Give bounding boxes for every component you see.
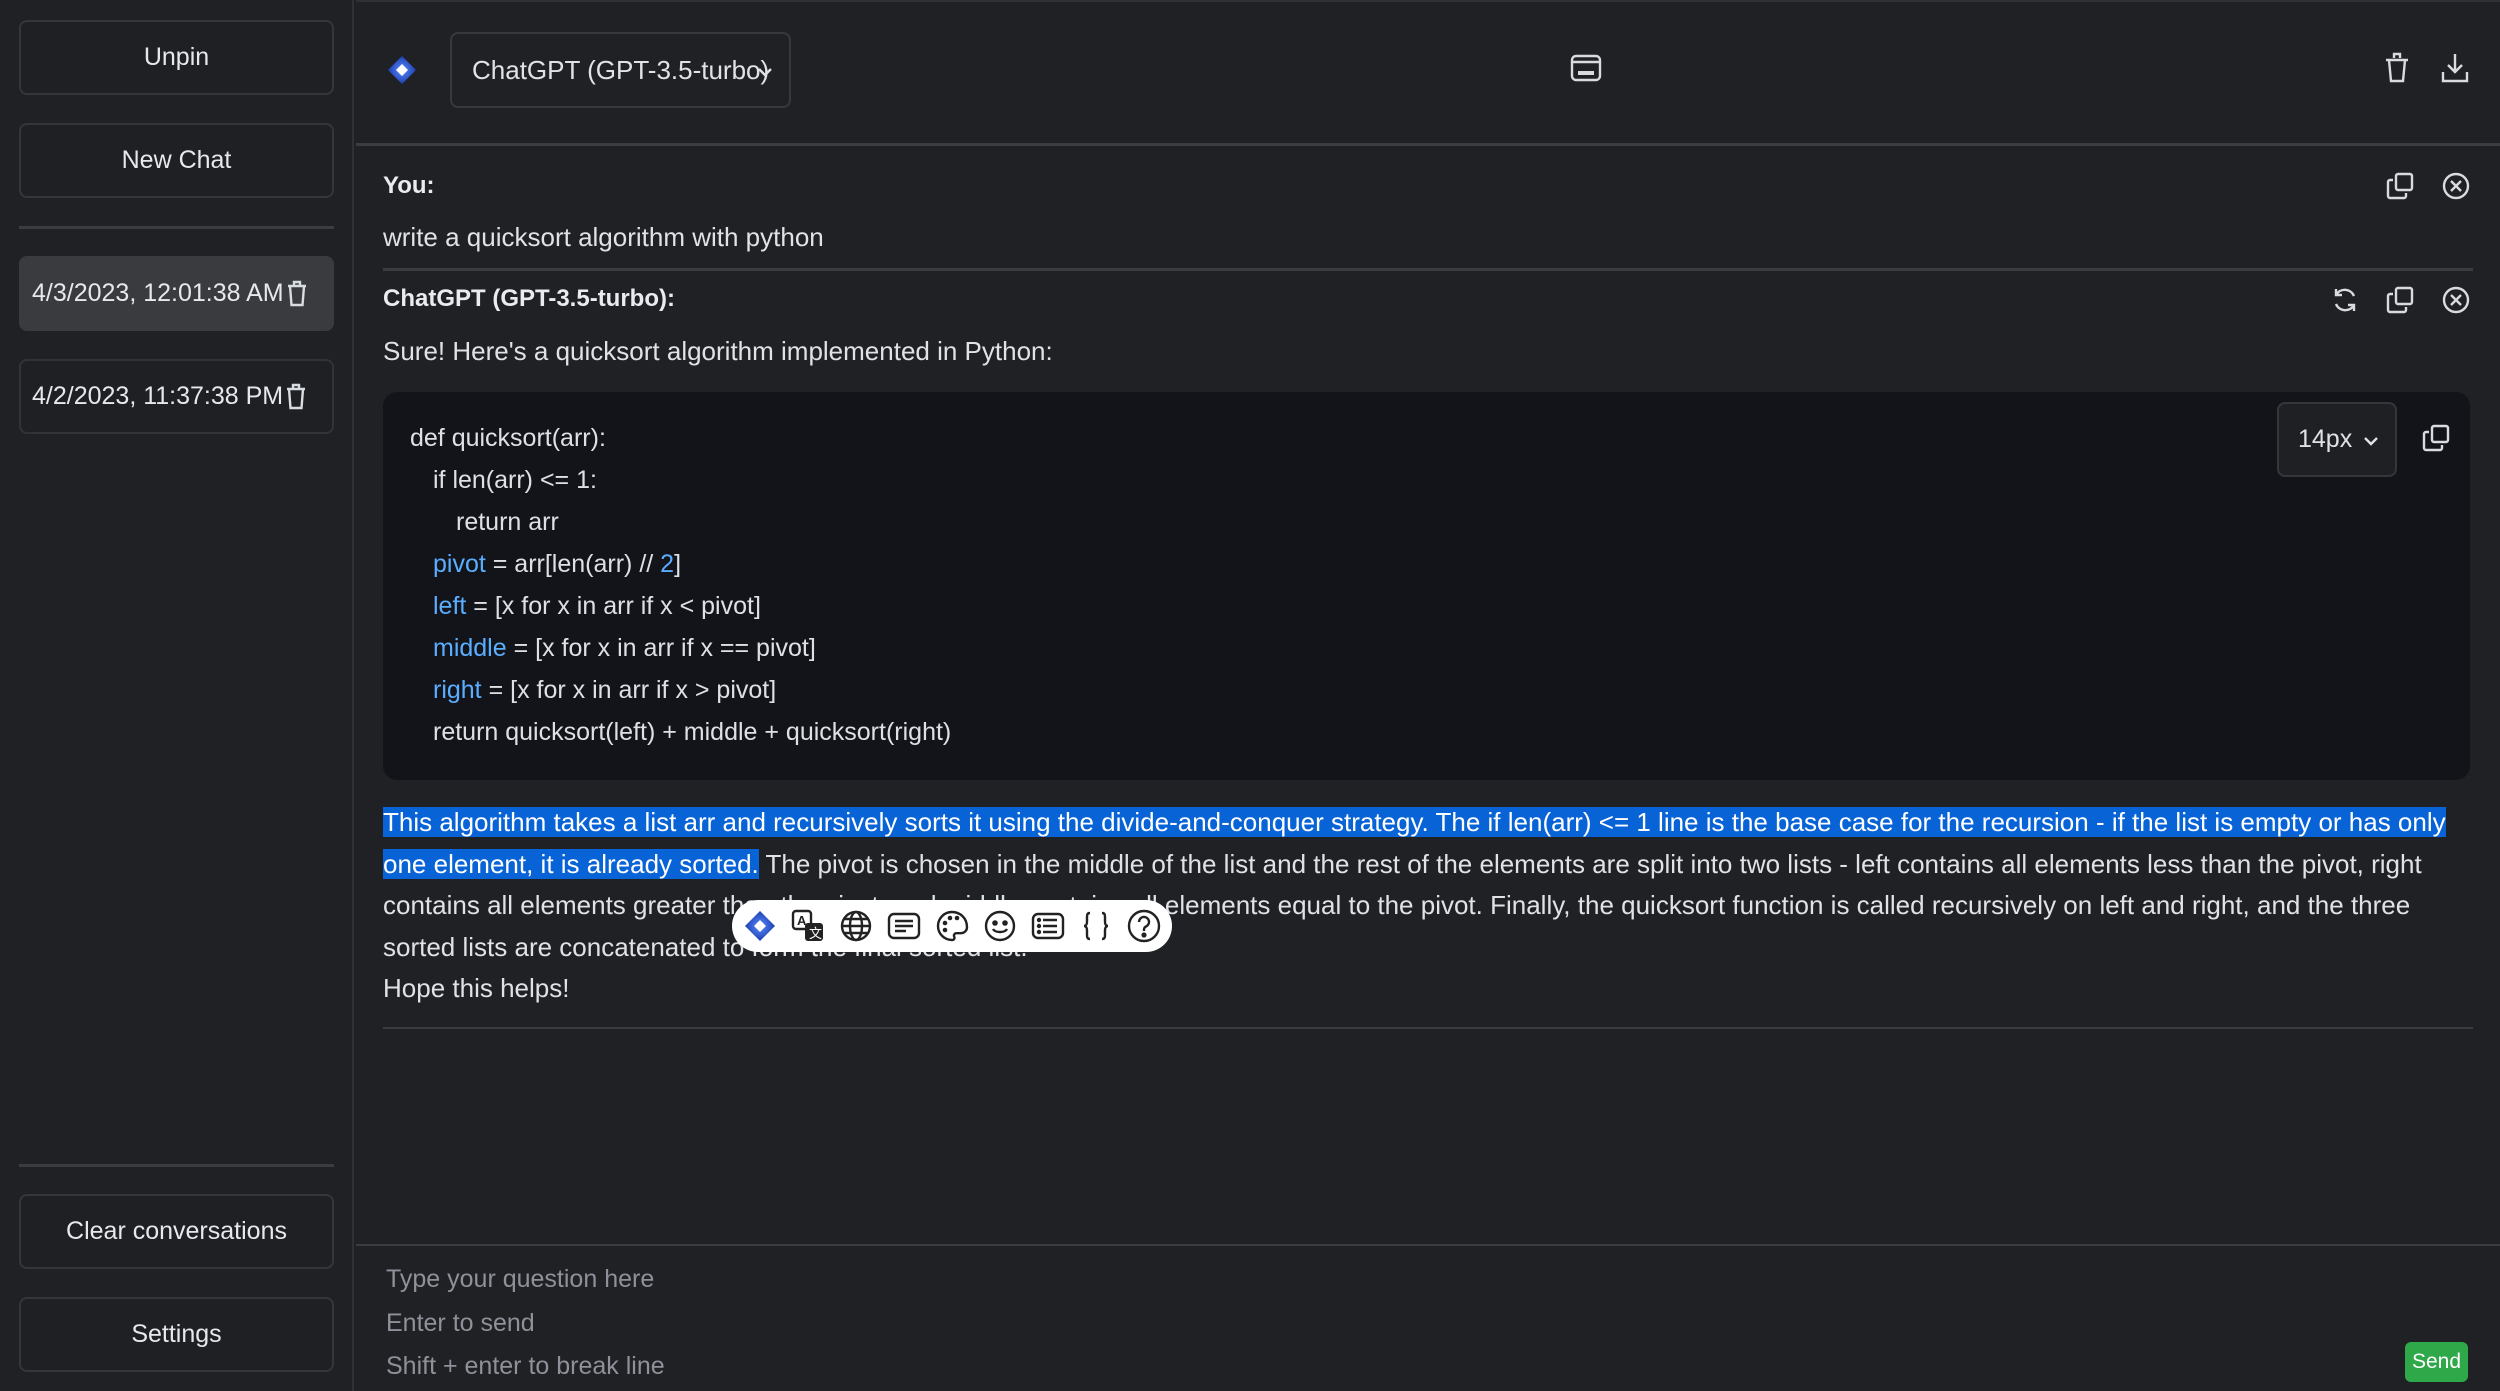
chat-header: ChatGPT (GPT-3.5-turbo) bbox=[356, 2, 2500, 146]
palette-icon[interactable] bbox=[933, 907, 971, 945]
summary-icon[interactable] bbox=[885, 907, 923, 945]
sidebar-divider bbox=[19, 226, 334, 229]
chevron-down-icon bbox=[755, 58, 775, 89]
smiley-icon[interactable] bbox=[981, 907, 1019, 945]
code-token: def quicksort(arr): bbox=[410, 424, 606, 452]
message-role-label: You: bbox=[383, 172, 435, 199]
clear-conversations-button[interactable]: Clear conversations bbox=[19, 1194, 334, 1269]
code-token: = [x for x in arr if x < pivot] bbox=[466, 592, 761, 620]
code-token: = [x for x in arr if x > pivot] bbox=[481, 676, 777, 704]
chat-panel: ChatGPT (GPT-3.5-turbo) You: write a qui… bbox=[356, 0, 2500, 1391]
settings-button[interactable]: Settings bbox=[19, 1297, 334, 1372]
code-line: if len(arr) <= 1: bbox=[433, 466, 597, 495]
font-size-select[interactable]: 14px bbox=[2277, 402, 2397, 477]
conversation-label: 4/2/2023, 11:37:38 PM bbox=[32, 382, 284, 410]
closing-text: Hope this helps! bbox=[383, 973, 570, 1004]
question-input[interactable] bbox=[386, 1258, 2336, 1388]
assistant-intro-text: Sure! Here's a quicksort algorithm imple… bbox=[383, 336, 1053, 366]
code-braces-icon[interactable] bbox=[1077, 907, 1115, 945]
user-message-text: write a quicksort algorithm with python bbox=[383, 222, 824, 252]
trash-icon[interactable] bbox=[285, 383, 307, 411]
app-logo-icon[interactable] bbox=[741, 907, 779, 945]
code-token-highlight: middle bbox=[433, 634, 507, 662]
model-select-value: ChatGPT (GPT-3.5-turbo) bbox=[472, 54, 770, 85]
font-size-value: 14px bbox=[2298, 425, 2353, 453]
close-circle-icon[interactable] bbox=[2442, 286, 2470, 319]
unpin-button[interactable]: Unpin bbox=[19, 20, 334, 95]
code-token-highlight: 2 bbox=[660, 550, 675, 578]
code-token-highlight: left bbox=[433, 592, 467, 620]
send-button[interactable]: Send bbox=[2405, 1342, 2468, 1382]
close-circle-icon[interactable] bbox=[2442, 172, 2470, 205]
list-icon[interactable] bbox=[1029, 907, 1067, 945]
chevron-down-icon bbox=[2361, 429, 2381, 458]
code-block: def quicksort(arr): if len(arr) <= 1: retu… bbox=[383, 392, 2470, 780]
app-logo-icon bbox=[386, 54, 418, 86]
code-token: = [x for x in arr if x == pivot] bbox=[506, 634, 816, 662]
svg-text:文: 文 bbox=[809, 926, 822, 941]
copy-icon[interactable] bbox=[2386, 286, 2414, 319]
sidebar-divider bbox=[19, 1164, 334, 1167]
conversation-label: 4/3/2023, 12:01:38 AM bbox=[32, 279, 284, 307]
download-icon[interactable] bbox=[2440, 52, 2470, 89]
message-role-label: ChatGPT (GPT-3.5-turbo): bbox=[383, 285, 675, 312]
input-area: Send bbox=[356, 1244, 2500, 1391]
code-token: return quicksort(left) + middle + quicks… bbox=[433, 718, 952, 746]
selection-toolbar: A文 bbox=[732, 900, 1172, 952]
code-line: right = [x for x in arr if x > pivot] bbox=[433, 676, 776, 705]
panel-icon[interactable] bbox=[1570, 52, 1602, 89]
message-divider bbox=[383, 1027, 2473, 1029]
help-icon[interactable] bbox=[1125, 907, 1163, 945]
code-line: return quicksort(left) + middle + quicks… bbox=[433, 718, 951, 747]
code-token: = arr[len(arr) // bbox=[485, 550, 661, 578]
trash-icon[interactable] bbox=[2384, 52, 2410, 89]
trash-icon[interactable] bbox=[286, 280, 308, 308]
code-token: ] bbox=[674, 550, 682, 578]
model-select[interactable]: ChatGPT (GPT-3.5-turbo) bbox=[450, 32, 791, 108]
code-line: def quicksort(arr): bbox=[410, 424, 606, 453]
new-chat-button[interactable]: New Chat bbox=[19, 123, 334, 198]
conversation-item[interactable]: 4/3/2023, 12:01:38 AM bbox=[19, 256, 334, 331]
code-token: return arr bbox=[456, 508, 559, 536]
conversation-item[interactable]: 4/2/2023, 11:37:38 PM bbox=[19, 359, 334, 434]
assistant-explanation: This algorithm takes a list arr and recu… bbox=[383, 802, 2473, 1010]
copy-icon[interactable] bbox=[2386, 172, 2414, 205]
code-line: pivot = arr[len(arr) // 2] bbox=[433, 550, 681, 579]
code-line: return arr bbox=[456, 508, 559, 537]
code-token-highlight: right bbox=[433, 676, 482, 704]
code-token: if len(arr) <= 1: bbox=[433, 466, 597, 494]
message-divider bbox=[383, 268, 2473, 271]
refresh-icon[interactable] bbox=[2331, 286, 2359, 319]
sidebar: Unpin New Chat 4/3/2023, 12:01:38 AM 4/2… bbox=[0, 0, 354, 1391]
code-token-highlight: pivot bbox=[433, 550, 486, 578]
globe-icon[interactable] bbox=[837, 907, 875, 945]
translate-icon[interactable]: A文 bbox=[789, 907, 827, 945]
code-line: middle = [x for x in arr if x == pivot] bbox=[433, 634, 816, 663]
code-line: left = [x for x in arr if x < pivot] bbox=[433, 592, 761, 621]
copy-code-icon[interactable] bbox=[2422, 424, 2450, 457]
